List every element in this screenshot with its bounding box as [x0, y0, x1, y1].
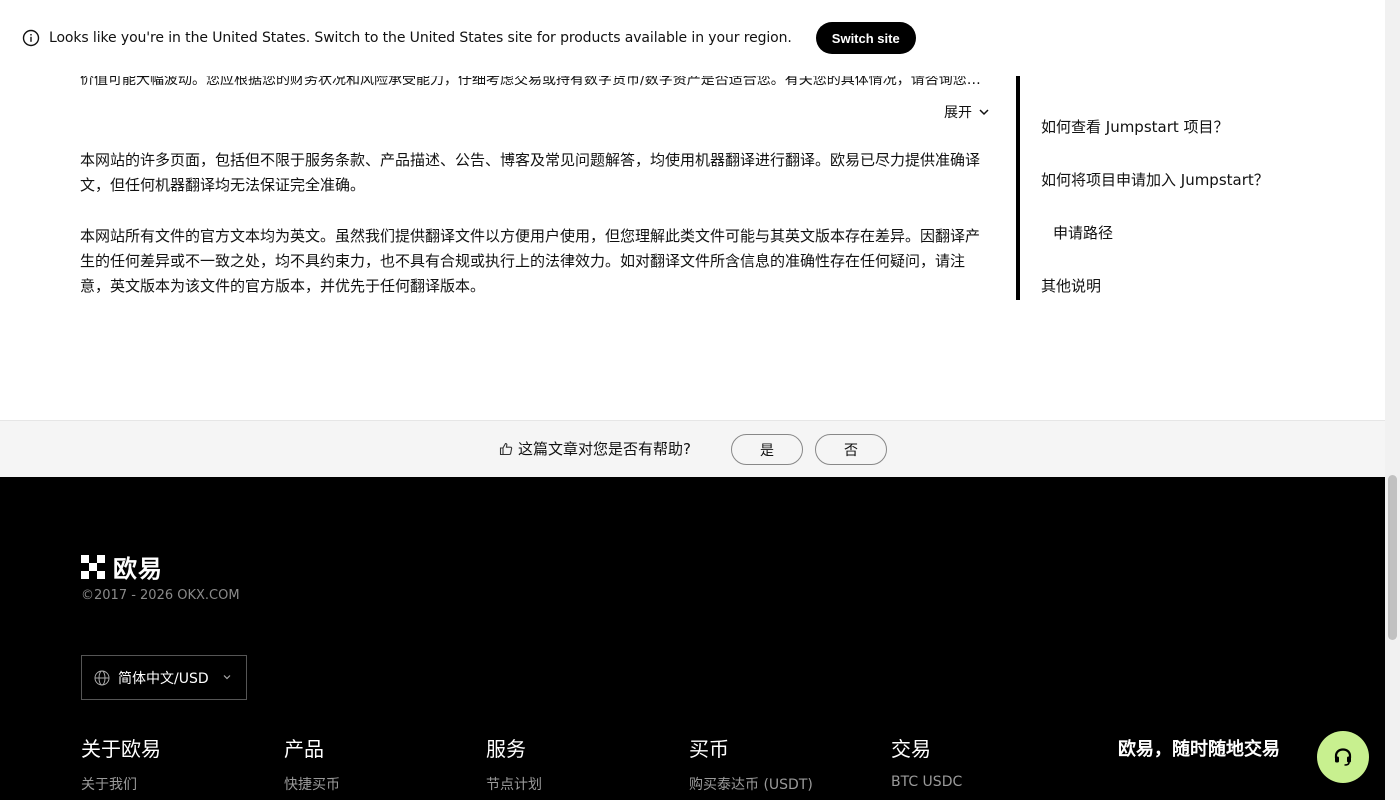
feedback-yes-button[interactable]: 是	[731, 434, 803, 465]
toc-item-application-path[interactable]: 申请路径	[1053, 222, 1113, 243]
thumbs-up-icon	[499, 442, 513, 455]
footer-col-about: 关于欧易	[81, 737, 161, 761]
expand-label: 展开	[944, 105, 972, 121]
official-language-paragraph: 本网站所有文件的官方文本均为英文。虽然我们提供翻译文件以方便用户使用，但您理解此…	[80, 227, 981, 295]
translation-notice-paragraph: 本网站的许多页面，包括但不限于服务条款、产品描述、公告、博客及常见问题解答，均使…	[80, 151, 981, 194]
scrollbar-thumb[interactable]	[1388, 475, 1397, 640]
toc-item-other-notes[interactable]: 其他说明	[1041, 275, 1101, 296]
region-banner-text: Looks like you're in the United States. …	[49, 30, 792, 46]
okx-logo-icon	[81, 554, 105, 579]
feedback-bar: 这篇文章对您是否有帮助? 是 否	[0, 420, 1385, 477]
expand-button[interactable]: 展开	[944, 102, 990, 122]
toc-item-apply-project[interactable]: 如何将项目申请加入 Jumpstart？	[1041, 169, 1269, 190]
chevron-down-icon	[979, 109, 989, 116]
okx-logo[interactable]: 欧易	[81, 549, 163, 584]
chevron-down-icon	[222, 672, 232, 682]
region-banner: Looks like you're in the United States. …	[0, 0, 1385, 76]
copyright: ©2017 - 2026 OKX.COM	[81, 588, 240, 603]
table-of-contents: 为什么选择 Jumpstart？ 如何查看 Jumpstart 项目？ 如何将项…	[1016, 60, 1386, 300]
feedback-question: 这篇文章对您是否有帮助?	[499, 438, 691, 459]
footer-col-services: 服务	[486, 737, 526, 761]
feedback-question-text: 这篇文章对您是否有帮助?	[518, 440, 691, 458]
footer-slogan: 欧易，随时随地交易	[1118, 739, 1280, 760]
globe-icon	[94, 670, 110, 686]
footer-link-btc-usdc[interactable]: BTC USDC	[891, 774, 962, 790]
footer-link-node-program[interactable]: 节点计划	[486, 774, 542, 794]
language-currency-select[interactable]: 简体中文/USD	[81, 655, 247, 700]
footer-col-buy-crypto: 买币	[689, 737, 729, 761]
switch-site-button[interactable]: Switch site	[815, 22, 916, 54]
info-icon	[22, 29, 40, 47]
page-scrollbar[interactable]	[1385, 0, 1400, 800]
toc-item-view-projects[interactable]: 如何查看 Jumpstart 项目？	[1041, 116, 1229, 137]
headset-icon	[1334, 748, 1352, 766]
language-currency-value: 简体中文/USD	[118, 670, 209, 687]
logo-text: 欧易	[113, 555, 163, 583]
support-chat-button[interactable]	[1317, 731, 1369, 783]
footer-link-about-us[interactable]: 关于我们	[81, 774, 137, 794]
footer-col-trade: 交易	[891, 737, 931, 761]
footer-col-products: 产品	[284, 737, 324, 761]
footer-link-quick-buy[interactable]: 快捷买币	[284, 774, 340, 794]
feedback-no-button[interactable]: 否	[815, 434, 887, 465]
site-footer: 欧易 ©2017 - 2026 OKX.COM 简体中文/USD 关于欧易 关于…	[0, 477, 1385, 800]
footer-link-buy-usdt[interactable]: 购买泰达币 (USDT)	[689, 774, 813, 794]
